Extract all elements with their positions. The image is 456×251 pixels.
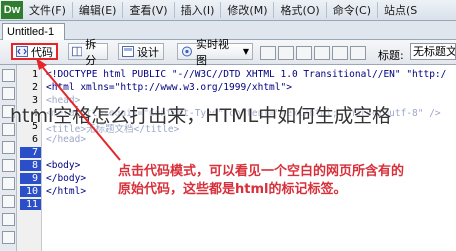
annotation-arrow bbox=[36, 58, 121, 161]
